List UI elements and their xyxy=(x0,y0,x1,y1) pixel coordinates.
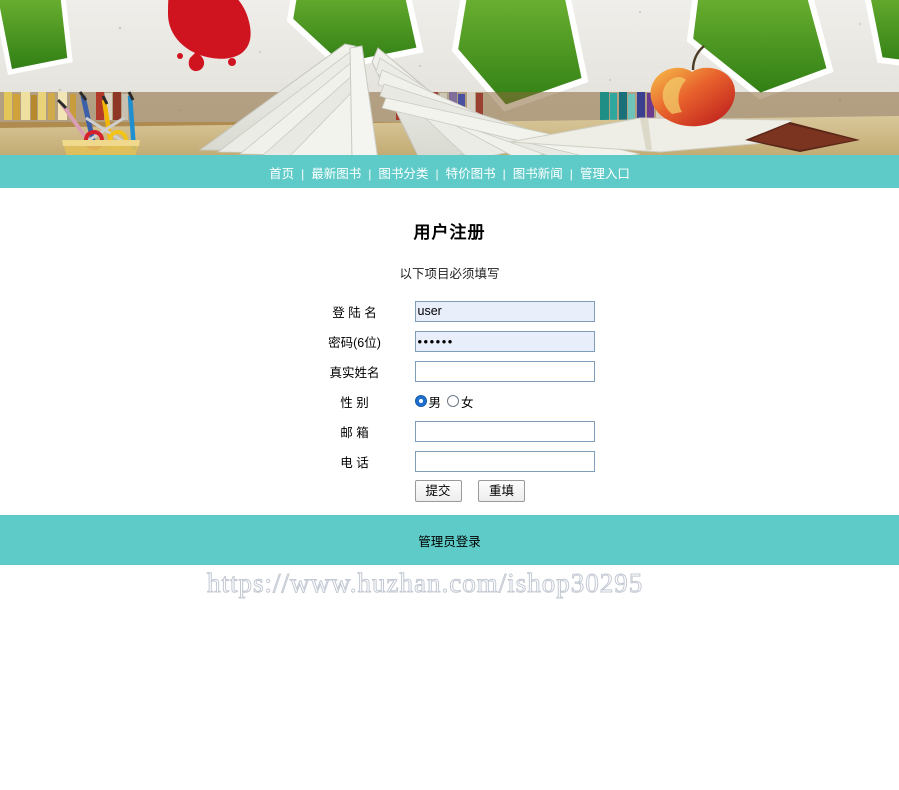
nav-item-special-price-books[interactable]: 特价图书 xyxy=(439,168,503,181)
email-input[interactable] xyxy=(414,420,595,442)
login-name-input[interactable] xyxy=(414,300,595,322)
radio-checked-icon[interactable] xyxy=(414,395,427,407)
nav-item-newest-books[interactable]: 最新图书 xyxy=(304,168,368,181)
label-real-name: 真实姓名 xyxy=(329,365,380,380)
page-bottom-blank xyxy=(0,565,899,790)
label-password: 密码(6位) xyxy=(328,335,381,350)
nav-item-book-news[interactable]: 图书新闻 xyxy=(506,168,570,181)
banner-artwork xyxy=(0,0,899,160)
site-footer: 管理员登录 xyxy=(0,515,899,565)
phone-input[interactable] xyxy=(414,450,595,472)
radio-unchecked-icon[interactable] xyxy=(447,395,460,407)
form-row-login-name: 登 陆 名 xyxy=(295,296,605,326)
nav-separator: | xyxy=(301,167,305,181)
form-row-phone: 电 话 xyxy=(295,446,605,476)
form-row-actions: 提交 重填 xyxy=(295,476,605,506)
registration-form: 登 陆 名 密码(6位) •••••• 真实姓名 性 别 xyxy=(295,296,605,506)
nav-separator: | xyxy=(368,167,372,181)
nav-item-home[interactable]: 首页 xyxy=(262,168,301,181)
actions-spacer xyxy=(295,476,415,506)
nav-list: 首页 | 最新图书 | 图书分类 | 特价图书 | 图书新闻 | 管理入口 xyxy=(262,168,637,181)
main-navigation: 首页 | 最新图书 | 图书分类 | 特价图书 | 图书新闻 | 管理入口 xyxy=(0,160,899,188)
form-row-email: 邮 箱 xyxy=(295,416,605,446)
form-row-real-name: 真实姓名 xyxy=(295,356,605,386)
gender-radio-group: 男 女 xyxy=(414,391,605,411)
nav-separator: | xyxy=(502,167,506,181)
real-name-input[interactable] xyxy=(414,360,595,382)
nav-separator: | xyxy=(569,167,573,181)
submit-button[interactable]: 提交 xyxy=(414,480,462,502)
label-phone: 电 话 xyxy=(340,455,369,470)
gender-female-label: 女 xyxy=(461,395,474,410)
label-login-name: 登 陆 名 xyxy=(332,305,377,320)
form-row-password: 密码(6位) •••••• xyxy=(295,326,605,356)
reset-button[interactable]: 重填 xyxy=(477,480,525,502)
admin-login-link[interactable]: 管理员登录 xyxy=(418,531,481,550)
page-title: 用户注册 xyxy=(413,223,486,242)
nav-item-admin-entry[interactable]: 管理入口 xyxy=(573,168,637,181)
nav-item-book-categories[interactable]: 图书分类 xyxy=(371,168,435,181)
form-required-note: 以下项目必须填写 xyxy=(399,267,500,281)
registration-main: 用户注册 以下项目必须填写 登 陆 名 密码(6位) •••••• 真实姓名 xyxy=(0,188,899,599)
nav-separator: | xyxy=(435,167,439,181)
form-row-gender: 性 别 男 女 xyxy=(295,386,605,416)
gender-male-label: 男 xyxy=(428,395,442,410)
label-gender: 性 别 xyxy=(340,395,369,410)
password-input[interactable]: •••••• xyxy=(414,330,595,352)
gender-option-male[interactable]: 男 xyxy=(414,392,442,411)
site-banner xyxy=(0,0,899,160)
label-email: 邮 箱 xyxy=(340,425,369,440)
gender-option-female[interactable]: 女 xyxy=(447,392,474,411)
